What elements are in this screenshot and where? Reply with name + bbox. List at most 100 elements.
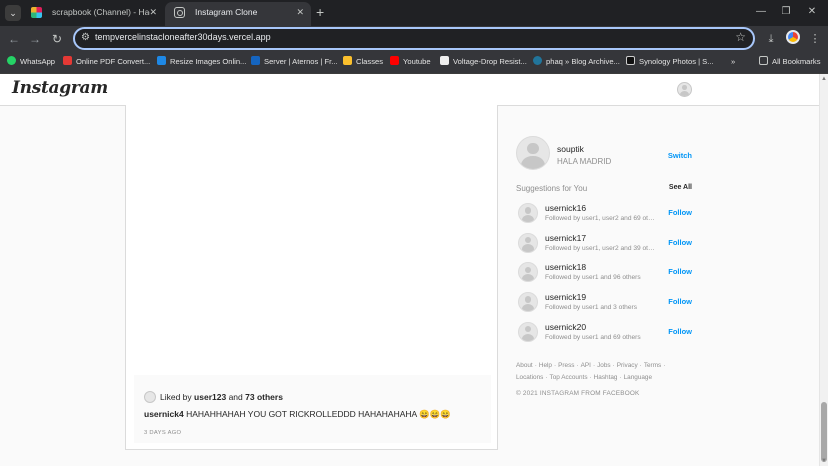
- likes-line: Liked by user123 and 73 others: [144, 391, 283, 403]
- suggestion-avatar[interactable]: [518, 321, 538, 342]
- liked-user-link[interactable]: user123: [194, 392, 226, 402]
- liked-prefix: Liked by: [160, 392, 192, 402]
- switch-account-button[interactable]: Switch: [668, 151, 692, 160]
- bookmark-label: Classes: [356, 57, 384, 66]
- nav-profile-avatar[interactable]: [677, 82, 692, 97]
- bookmark-youtube[interactable]: Youtube: [390, 56, 431, 68]
- current-username[interactable]: souptik: [557, 144, 584, 154]
- tab-instagram-clone[interactable]: Instagram Clone ✕: [165, 2, 311, 26]
- footer-link-hashtag[interactable]: Hashtag: [594, 374, 618, 381]
- liked-others-link[interactable]: 73 others: [245, 392, 283, 402]
- suggestion-subtitle: Followed by user1 and 69 others: [545, 333, 641, 341]
- bookmark-aternos[interactable]: Server | Aternos | Fr...: [251, 56, 338, 68]
- footer-link-help[interactable]: Help: [539, 362, 552, 369]
- bookmark-phaq[interactable]: phaq » Blog Archive...: [533, 56, 620, 68]
- current-user-avatar[interactable]: [516, 136, 550, 170]
- post-caption: usernick4 HAHAHHAHAH YOU GOT RICKROLLEDD…: [144, 409, 451, 420]
- bookmark-whatsapp[interactable]: WhatsApp: [7, 56, 55, 68]
- suggestion-username[interactable]: usernick18: [545, 262, 586, 272]
- scroll-down-arrow-icon[interactable]: ▼: [820, 458, 828, 464]
- suggestion-avatar[interactable]: [518, 203, 538, 223]
- bookmark-pdf-converter[interactable]: Online PDF Convert...: [63, 56, 150, 68]
- synology-icon: [626, 56, 635, 65]
- window-close-icon[interactable]: ✕: [805, 5, 819, 19]
- footer-link-press[interactable]: Press: [558, 362, 574, 369]
- footer-link-locations[interactable]: Locations: [516, 374, 543, 381]
- site-info-icon[interactable]: ⚙: [81, 32, 90, 43]
- tab-close-icon[interactable]: ✕: [149, 2, 157, 23]
- url-text[interactable]: tempvercelinstacloneafter30days.vercel.a…: [95, 32, 271, 42]
- caption-text: HAHAHHAHAH YOU GOT RICKROLLEDDD HAHAHAHA…: [186, 409, 451, 419]
- bookmarks-bar: WhatsApp Online PDF Convert... Resize Im…: [0, 52, 828, 74]
- footer-link-api[interactable]: API: [581, 362, 591, 369]
- suggestion-avatar[interactable]: [518, 262, 538, 283]
- suggestion-avatar[interactable]: [518, 292, 538, 313]
- bookmarks-overflow-chevron-icon[interactable]: »: [731, 56, 735, 68]
- footer-link-privacy[interactable]: Privacy: [617, 362, 638, 369]
- bookmark-star-icon[interactable]: ☆: [735, 30, 746, 44]
- new-tab-plus-icon[interactable]: +: [316, 4, 324, 20]
- suggestion-avatar[interactable]: [518, 232, 538, 253]
- suggestion-subtitle: Followed by user1 and 3 others: [545, 304, 638, 312]
- minimize-icon[interactable]: —: [754, 5, 768, 19]
- scrollbar-thumb[interactable]: [821, 402, 827, 462]
- bookmark-label: Resize Images Onlin...: [170, 57, 247, 66]
- suggestion-item: usernick20 Followed by user1 and 69 othe…: [516, 320, 696, 350]
- back-arrow-icon[interactable]: ←: [7, 31, 21, 47]
- slack-icon: [31, 7, 42, 18]
- suggestion-subtitle: Followed by user1, user2 and 69 others: [545, 215, 657, 222]
- suggestion-username[interactable]: usernick20: [545, 322, 586, 332]
- whatsapp-icon: [7, 56, 16, 65]
- caption-username[interactable]: usernick4: [144, 409, 184, 419]
- suggestion-username[interactable]: usernick19: [545, 292, 586, 302]
- separator: ·: [663, 362, 666, 369]
- suggestion-item: usernick19 Followed by user1 and 3 other…: [516, 290, 696, 320]
- post-card: Liked by user123 and 73 others usernick4…: [125, 105, 498, 450]
- suggestion-subtitle: Followed by user1 and 96 others: [545, 274, 641, 282]
- scroll-up-arrow-icon[interactable]: ▲: [820, 76, 828, 82]
- forward-arrow-icon[interactable]: →: [28, 31, 42, 47]
- suggestion-username[interactable]: usernick17: [545, 233, 586, 243]
- address-bar[interactable]: ⚙ tempvercelinstacloneafter30days.vercel…: [73, 27, 755, 50]
- tab-close-icon[interactable]: ✕: [296, 2, 304, 23]
- tab-scrapbook[interactable]: scrapbook (Channel) - Hack Club ✕: [22, 2, 164, 26]
- follow-button[interactable]: Follow: [668, 208, 692, 217]
- bookmark-voltage-drop[interactable]: Voltage-Drop Resist...: [440, 56, 527, 68]
- follow-button[interactable]: Follow: [668, 238, 692, 247]
- see-all-button[interactable]: See All: [669, 184, 692, 191]
- restore-icon[interactable]: ❐: [779, 5, 793, 19]
- post-footer: Liked by user123 and 73 others usernick4…: [134, 375, 491, 443]
- avatar-head: [527, 142, 539, 155]
- separator: ·: [612, 362, 615, 369]
- suggestion-item: usernick17 Followed by user1, user2 and …: [516, 231, 696, 261]
- footer-link-about[interactable]: About: [516, 362, 533, 369]
- suggestions-header: Suggestions for You See All: [516, 184, 692, 193]
- footer-link-top-accounts[interactable]: Top Accounts: [550, 374, 588, 381]
- liker-avatar: [144, 391, 156, 403]
- bookmark-label: Voltage-Drop Resist...: [453, 57, 527, 66]
- suggestion-username[interactable]: usernick16: [545, 203, 586, 213]
- follow-button[interactable]: Follow: [668, 297, 692, 306]
- reload-icon[interactable]: ↻: [50, 31, 64, 47]
- footer-link-jobs[interactable]: Jobs: [597, 362, 611, 369]
- separator: ·: [576, 362, 579, 369]
- separator: ·: [545, 374, 548, 381]
- kebab-menu-icon[interactable]: ⋮: [807, 31, 823, 47]
- page-scrollbar[interactable]: ▲ ▼: [819, 74, 828, 466]
- avatar-body: [521, 303, 535, 312]
- all-bookmarks[interactable]: All Bookmarks: [759, 56, 821, 68]
- footer-link-language[interactable]: Language: [624, 374, 652, 381]
- follow-button[interactable]: Follow: [668, 267, 692, 276]
- footer-link-terms[interactable]: Terms: [644, 362, 661, 369]
- post-timestamp: 3 DAYS AGO: [144, 430, 182, 436]
- download-icon[interactable]: ⤓: [763, 31, 779, 47]
- instagram-logo[interactable]: Instagram: [12, 78, 108, 98]
- tab-search-chevron-icon[interactable]: ⌄: [5, 5, 21, 21]
- bookmark-classes[interactable]: Classes: [343, 56, 383, 68]
- avatar-body: [521, 214, 535, 222]
- profile-avatar[interactable]: [786, 30, 800, 44]
- follow-button[interactable]: Follow: [668, 327, 692, 336]
- bookmark-resize-images[interactable]: Resize Images Onlin...: [157, 56, 246, 68]
- bookmark-synology[interactable]: Synology Photos | S...: [626, 56, 714, 68]
- separator: ·: [592, 362, 596, 369]
